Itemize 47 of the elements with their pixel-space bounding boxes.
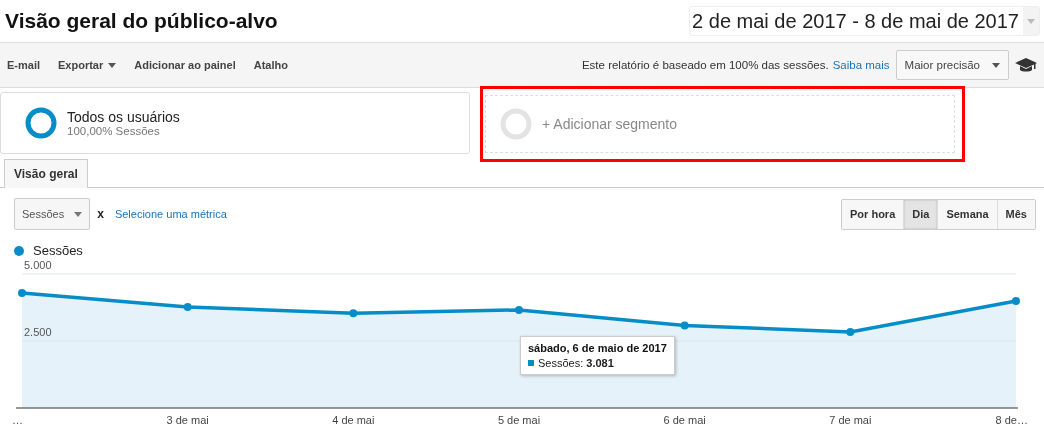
x-axis-label: 4 de mai xyxy=(332,414,375,426)
segment-card[interactable]: Todos os usuários 100,00% Sessões xyxy=(0,92,470,154)
data-point[interactable] xyxy=(1012,297,1020,306)
interval-button[interactable]: Mês xyxy=(996,199,1035,229)
learn-more-link[interactable]: Saiba mais xyxy=(832,59,890,71)
add-segment-button[interactable]: + Adicionar segmento xyxy=(485,95,955,153)
legend-label: Sessões xyxy=(33,243,83,258)
toolbar-button[interactable]: E-mail xyxy=(7,59,40,71)
select-metric-link[interactable]: Selecione uma métrica xyxy=(114,208,227,220)
sampling-notice: Este relatório é baseado em 100% das sessões. xyxy=(581,59,829,71)
empty-ring-icon xyxy=(500,108,532,140)
tab[interactable]: Visão geral xyxy=(4,159,88,188)
caret-icon xyxy=(992,62,1000,68)
x-axis-label: 6 de mai xyxy=(663,414,706,426)
data-point[interactable] xyxy=(349,309,358,318)
segment-ring-icon xyxy=(25,107,57,139)
data-point[interactable] xyxy=(18,289,26,298)
data-point[interactable] xyxy=(183,302,192,311)
toolbar-button[interactable]: Adicionar ao painel xyxy=(134,59,236,71)
metric-dropdown[interactable]: Sessões xyxy=(14,198,91,230)
date-range-picker[interactable]: 2 de mai de 2017 - 8 de mai de 2017 xyxy=(689,6,1040,36)
tooltip-swatch-icon xyxy=(528,360,534,366)
y-axis-label: 5.000 xyxy=(24,259,52,271)
segment-detail: 100,00% Sessões xyxy=(67,125,161,137)
precision-dropdown[interactable]: Maior precisão xyxy=(895,50,1009,80)
y-axis-label: 2.500 xyxy=(24,326,52,338)
data-point[interactable] xyxy=(680,321,689,330)
x-axis-label: 8 de… xyxy=(995,414,1028,426)
tooltip-title: sábado, 6 de maio de 2017 xyxy=(528,342,667,354)
interval-button[interactable]: Dia xyxy=(903,199,938,229)
x-axis-label: 5 de mai xyxy=(497,414,541,426)
caret-icon xyxy=(1027,18,1035,24)
toolbar-button[interactable]: Exportar xyxy=(58,59,117,71)
x-axis-label: 7 de mai xyxy=(829,414,872,426)
data-point[interactable] xyxy=(846,327,855,336)
toolbar-button[interactable]: Atalho xyxy=(253,59,288,71)
interval-button[interactable]: Semana xyxy=(937,199,997,229)
page-title: Visão geral do público-alvo xyxy=(5,9,278,33)
data-point[interactable] xyxy=(515,305,523,314)
interval-button[interactable]: Por hora xyxy=(842,199,904,229)
tooltip-value: Sessões: 3.081 xyxy=(538,357,614,369)
x-axis-label: 3 de mai xyxy=(166,414,209,426)
caret-icon xyxy=(74,211,83,217)
graduation-cap-icon[interactable] xyxy=(1015,57,1037,73)
remove-metric-button[interactable]: x xyxy=(97,207,104,221)
segment-name: Todos os usuários xyxy=(67,109,180,125)
x-axis-label: … xyxy=(12,414,23,426)
